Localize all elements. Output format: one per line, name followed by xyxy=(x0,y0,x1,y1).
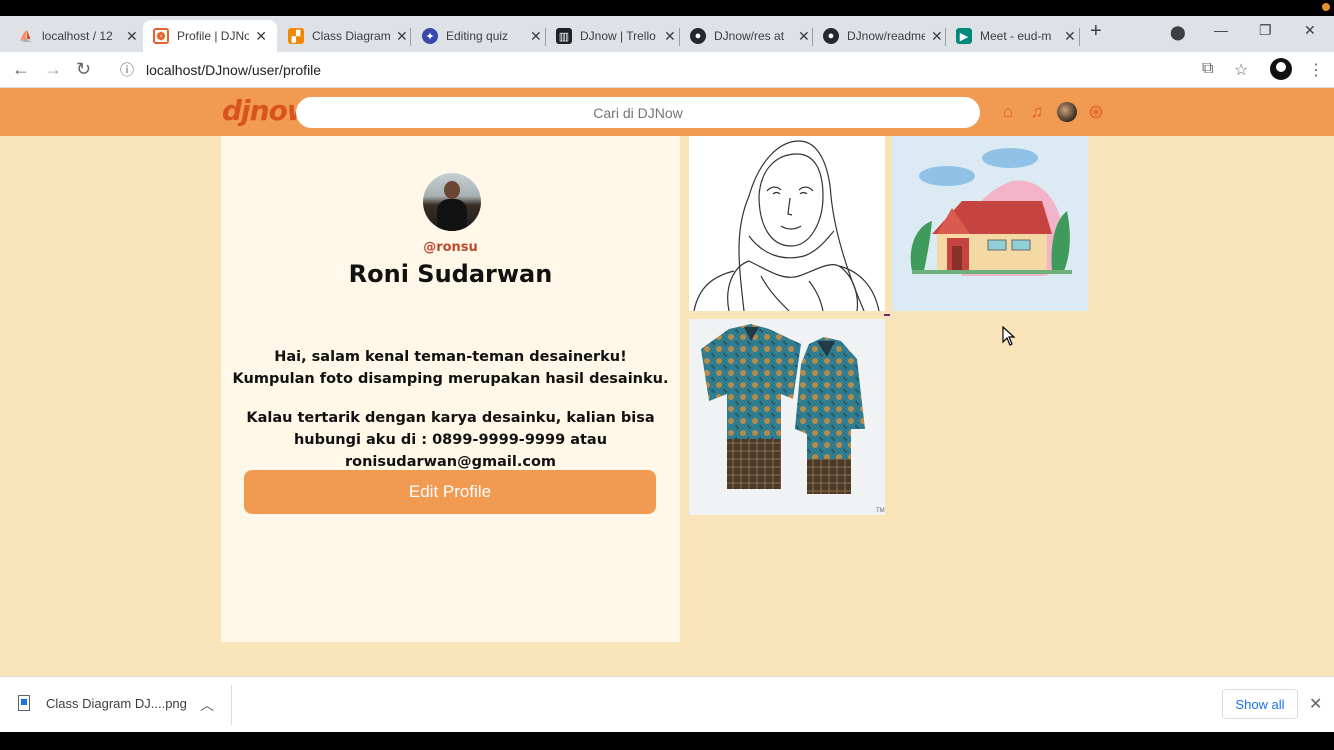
translate-icon[interactable]: ⧉ xyxy=(1202,60,1213,78)
tab-title: Class Diagram xyxy=(312,29,390,43)
tab-github-readme[interactable]: ● DJnow/readme ✕ xyxy=(813,20,953,52)
browser-toolbar: ← → ↻ ⓘ localhost/DJnow/user/profile ⧉ ☆… xyxy=(0,52,1334,88)
browser-profile-avatar[interactable] xyxy=(1270,58,1292,80)
edit-profile-button[interactable]: Edit Profile xyxy=(244,470,656,514)
chevron-up-icon[interactable]: ︿ xyxy=(200,695,214,715)
search-input[interactable] xyxy=(296,97,980,128)
draw-icon: ▞ xyxy=(288,28,304,44)
close-icon[interactable]: ✕ xyxy=(255,28,267,45)
tab-title: DJnow/readme xyxy=(847,29,925,43)
close-icon[interactable]: ✕ xyxy=(396,28,408,45)
meet-icon: ▶ xyxy=(956,28,972,44)
tab-separator xyxy=(1079,28,1080,46)
back-icon[interactable]: ← xyxy=(12,59,30,80)
user-avatar-icon[interactable] xyxy=(1057,102,1077,122)
reload-icon[interactable]: ↻ xyxy=(76,59,91,80)
downloads-bar: Class Diagram DJ....png ︿ Show all ✕ xyxy=(0,676,1334,732)
site-info-icon[interactable]: ⓘ xyxy=(120,60,134,80)
close-icon[interactable]: ✕ xyxy=(530,28,542,45)
tab-trello[interactable]: ▥ DJnow | Trello ✕ xyxy=(546,20,686,52)
page-content: djnow ⌂ ♫ ⊛ @ronsu Roni Sudarwan Hai, sa… xyxy=(0,88,1334,676)
avatar-head xyxy=(444,181,460,199)
minimize-icon[interactable]: — xyxy=(1214,22,1228,38)
tab-title: localhost / 12 xyxy=(42,29,113,43)
profile-card: @ronsu Roni Sudarwan Hai, salam kenal te… xyxy=(221,136,680,642)
tab-title: Profile | DJNow xyxy=(177,29,250,43)
mouse-cursor-icon xyxy=(1002,326,1016,346)
djnow-icon: ❁ xyxy=(153,28,169,44)
profile-username: @ronsu xyxy=(423,240,478,255)
quiz-icon: ✦ xyxy=(422,28,438,44)
tab-title: DJnow/res at xyxy=(714,29,785,43)
gallery-image-hijab-drawing[interactable] xyxy=(689,136,885,311)
new-tab-button[interactable]: + xyxy=(1090,20,1102,43)
forward-icon[interactable]: → xyxy=(44,59,62,80)
show-all-button[interactable]: Show all xyxy=(1222,689,1298,719)
avatar-body xyxy=(437,199,467,231)
close-icon[interactable]: ✕ xyxy=(126,28,138,45)
gallery-image-house[interactable] xyxy=(892,136,1088,311)
tab-phpmyadmin[interactable]: ⛵ localhost / 12 ✕ xyxy=(8,20,148,52)
download-filename: Class Diagram DJ....png xyxy=(46,695,187,711)
hijab-drawing-illustration xyxy=(693,140,880,311)
profile-bio: Hai, salam kenal teman-teman desainerku!… xyxy=(231,346,670,490)
batik-shirts-photo: TM xyxy=(689,319,885,515)
tab-quiz[interactable]: ✦ Editing quiz ✕ xyxy=(412,20,552,52)
house-illustration xyxy=(910,148,1072,276)
tab-meet[interactable]: ▶ Meet - eud-m ✕ xyxy=(946,20,1086,52)
restore-icon[interactable]: ❐ xyxy=(1259,22,1272,39)
url-text: localhost/DJnow/user/profile xyxy=(146,62,322,78)
profile-avatar xyxy=(423,173,481,231)
trello-icon: ▥ xyxy=(556,28,572,44)
close-icon[interactable]: ✕ xyxy=(798,28,810,45)
notification-dot xyxy=(1322,3,1330,11)
divider xyxy=(231,685,232,725)
gallery-image-batik[interactable]: TM xyxy=(689,319,885,515)
bookmark-star-icon[interactable]: ☆ xyxy=(1234,60,1248,80)
bio-paragraph-contact: Kalau tertarik dengan karya desainku, ka… xyxy=(246,410,655,470)
tab-class-diagram[interactable]: ▞ Class Diagram ✕ xyxy=(278,20,418,52)
tab-title: Meet - eud-m xyxy=(980,29,1052,43)
menu-kebab-icon[interactable]: ⋮ xyxy=(1308,60,1324,80)
profile-name: Roni Sudarwan xyxy=(348,260,553,288)
close-icon[interactable]: ✕ xyxy=(1064,28,1076,45)
github-icon: ● xyxy=(690,28,706,44)
tab-title: Editing quiz xyxy=(446,29,509,43)
close-icon[interactable]: ✕ xyxy=(664,28,676,45)
image-file-icon xyxy=(18,695,30,711)
selection-marker xyxy=(884,314,890,316)
phpmyadmin-icon: ⛵ xyxy=(19,30,33,43)
close-icon[interactable]: ✕ xyxy=(1309,694,1322,714)
tab-search-icon[interactable]: ⬤ xyxy=(1170,24,1186,41)
tab-separator xyxy=(410,28,411,46)
tab-title: DJnow | Trello xyxy=(580,29,656,43)
window-title-bar xyxy=(0,0,1334,16)
svg-text:TM: TM xyxy=(876,508,885,514)
bottom-strip xyxy=(0,732,1334,750)
tab-strip: ⛵ localhost / 12 ✕ ❁ Profile | DJNow ✕ ▞… xyxy=(0,16,1334,52)
bell-icon[interactable]: ♫ xyxy=(1027,102,1047,122)
address-bar[interactable]: ⓘ localhost/DJnow/user/profile xyxy=(108,56,1256,84)
tab-profile[interactable]: ❁ Profile | DJNow ✕ xyxy=(143,20,277,52)
tab-github-res[interactable]: ● DJnow/res at ✕ xyxy=(680,20,820,52)
download-item[interactable]: Class Diagram DJ....png xyxy=(18,695,187,711)
close-icon[interactable]: ✕ xyxy=(931,28,943,45)
window-close-icon[interactable]: ✕ xyxy=(1304,22,1316,39)
home-icon[interactable]: ⌂ xyxy=(998,102,1018,122)
github-icon: ● xyxy=(823,28,839,44)
logout-icon[interactable]: ⊛ xyxy=(1086,102,1106,123)
site-navbar: djnow ⌂ ♫ ⊛ xyxy=(0,88,1334,136)
bio-paragraph-intro: Hai, salam kenal teman-teman desainerku!… xyxy=(232,349,669,387)
